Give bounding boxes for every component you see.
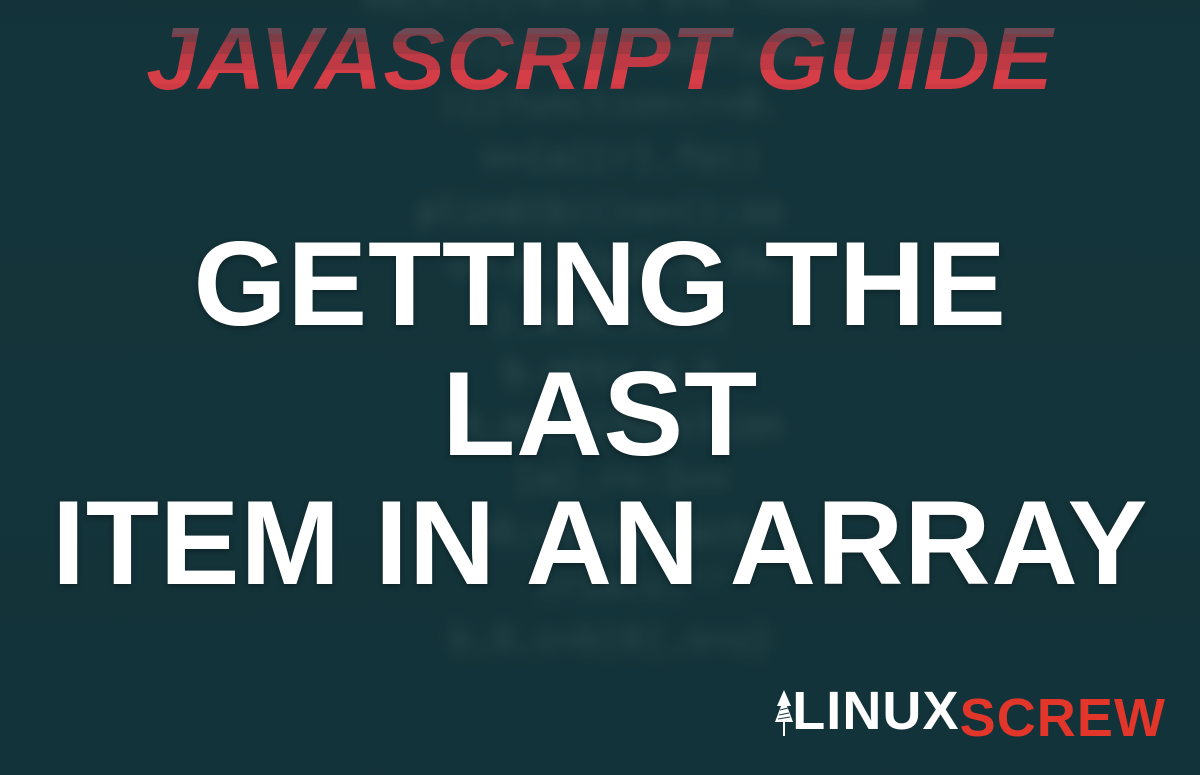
eyebrow-text: JAVASCRIPT GUIDE: [142, 14, 1058, 104]
hero-banner: )(n)((delete s[u].data, ea[e]){return e=…: [0, 0, 1200, 775]
headline-line-2: ITEM IN AN ARRAY: [40, 479, 1160, 609]
site-logo: LINUX SCREW: [774, 684, 1166, 745]
tree-icon: [774, 688, 794, 738]
logo-text-linux: LINUX: [792, 684, 959, 738]
logo-text-screw: SCREW: [960, 691, 1166, 745]
eyebrow-title: JAVASCRIPT GUIDE: [0, 14, 1200, 104]
main-headline: GETTING THE LAST ITEM IN AN ARRAY: [0, 220, 1200, 609]
logo-part-linux: LINUX: [774, 684, 959, 738]
headline-line-1: GETTING THE LAST: [40, 220, 1160, 479]
